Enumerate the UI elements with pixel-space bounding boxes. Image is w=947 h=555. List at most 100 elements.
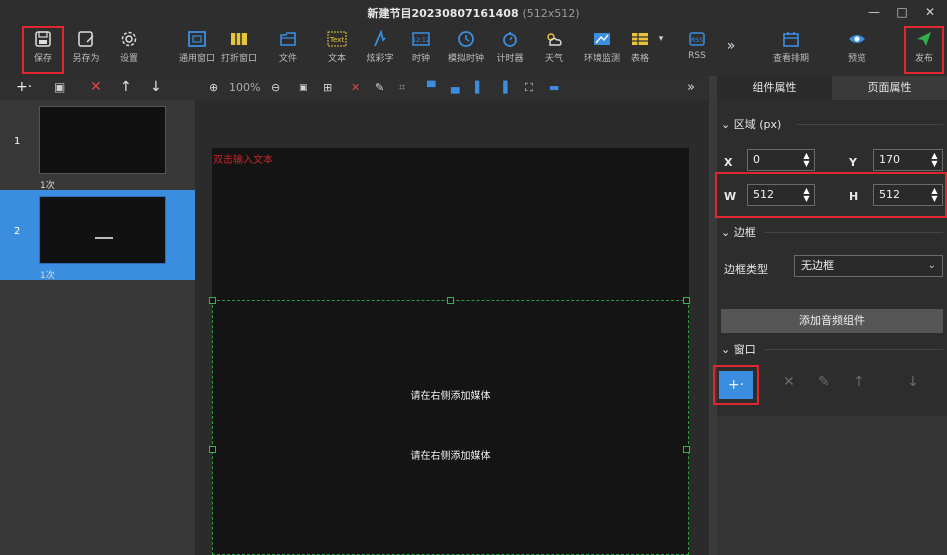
resize-handle-n[interactable] <box>447 297 454 304</box>
border-type-label: 边框类型 <box>724 263 768 276</box>
actual-size-icon[interactable]: ▣ <box>299 81 308 95</box>
colorful-text-button[interactable]: 炫彩字 <box>363 28 397 72</box>
weather-button[interactable]: 天气 <box>540 28 568 72</box>
chevron-down-icon: ⌄ <box>721 343 731 356</box>
delete-slide-icon[interactable]: ✕ <box>90 80 102 94</box>
window-icon <box>188 31 206 47</box>
analog-clock-button[interactable]: 模拟时钟 <box>444 28 488 72</box>
analog-clock-icon <box>458 31 474 47</box>
save-icon <box>35 31 51 47</box>
zoom-in-icon[interactable]: ⊕ <box>209 81 218 95</box>
height-input[interactable]: 512 ▲ ▼ <box>873 184 943 206</box>
publish-button[interactable]: 发布 <box>904 26 944 74</box>
resize-handle-nw[interactable] <box>209 297 216 304</box>
border-section-header[interactable]: ⌄ 边框 <box>721 224 756 240</box>
panel-divider[interactable] <box>709 76 717 555</box>
spinner-arrows-icon[interactable]: ▲ ▼ <box>930 152 939 168</box>
eye-icon <box>849 35 865 43</box>
slide-item[interactable]: 1 1次 <box>0 100 195 191</box>
move-up-window-icon[interactable]: ↑ <box>853 375 865 389</box>
section-divider <box>797 124 943 125</box>
align-top-icon[interactable]: ▐ <box>499 81 507 95</box>
move-up-icon[interactable]: ↑ <box>120 80 132 94</box>
view-schedule-button[interactable]: 查看排期 <box>766 28 816 72</box>
delete-window-icon[interactable]: ✕ <box>783 375 795 389</box>
minimize-button[interactable]: — <box>865 4 883 20</box>
slide-thumbnail <box>39 106 166 174</box>
svg-text:12:12: 12:12 <box>412 37 429 44</box>
border-type-select[interactable]: 无边框 ⌄ <box>794 255 943 277</box>
height-value: 512 <box>879 188 900 201</box>
align-left-icon[interactable]: ▀ <box>427 81 435 95</box>
window-list <box>717 416 947 555</box>
add-window-button[interactable]: +· <box>719 371 753 399</box>
delete-element-icon[interactable]: ✕ <box>351 81 360 95</box>
width-input[interactable]: 512 ▲ ▼ <box>747 184 815 206</box>
x-input[interactable]: 0 ▲ ▼ <box>747 149 815 171</box>
environment-button[interactable]: 环境监测 <box>580 28 624 72</box>
crop-icon[interactable]: ⌗ <box>399 81 405 95</box>
table-dropdown-icon[interactable]: ▾ <box>655 34 667 78</box>
slide-number: 2 <box>14 226 21 237</box>
split-window-button[interactable]: 打折窗口 <box>219 28 259 72</box>
slide-thumbnail <box>39 196 166 264</box>
y-input[interactable]: 170 ▲ ▼ <box>873 149 943 171</box>
window-section-header[interactable]: ⌄ 窗口 <box>721 341 756 357</box>
maximize-button[interactable]: □ <box>893 4 911 20</box>
preview-button[interactable]: 预览 <box>843 28 871 72</box>
rss-icon: RSS <box>689 32 705 46</box>
svg-text:Text: Text <box>329 36 344 44</box>
common-window-button[interactable]: 通用窗口 <box>175 28 219 72</box>
spinner-arrows-icon[interactable]: ▲ ▼ <box>802 187 811 203</box>
tab-page-properties[interactable]: 页面属性 <box>832 76 947 100</box>
spinner-arrows-icon[interactable]: ▲ ▼ <box>930 187 939 203</box>
clock-button[interactable]: 12:12 时钟 <box>407 28 435 72</box>
resize-handle-ne[interactable] <box>683 297 690 304</box>
text-placeholder[interactable]: 双击输入文本 <box>213 151 273 166</box>
region-section-title: 区域 (px) <box>733 118 782 131</box>
rss-button[interactable]: RSS RSS <box>683 28 711 72</box>
width-value: 512 <box>753 188 774 201</box>
y-value: 170 <box>879 153 900 166</box>
add-audio-component-button[interactable]: 添加音频组件 <box>721 309 943 333</box>
save-button[interactable]: 保存 <box>22 26 64 74</box>
distribute-icon[interactable]: ▬ <box>549 81 559 95</box>
clear-icon[interactable]: ✎ <box>375 81 384 95</box>
zoom-out-icon[interactable]: ⊖ <box>271 81 280 95</box>
file-button[interactable]: 文件 <box>274 28 302 72</box>
region-section-header[interactable]: ⌄ 区域 (px) <box>721 116 781 132</box>
fit-screen-icon[interactable]: ⊞ <box>323 81 332 95</box>
section-divider <box>765 349 943 350</box>
h-label: H <box>849 190 859 203</box>
timer-button[interactable]: 计时器 <box>494 28 526 72</box>
align-center-icon[interactable]: ▄ <box>451 81 459 95</box>
move-down-icon[interactable]: ↓ <box>150 80 162 94</box>
table-icon <box>632 33 648 45</box>
table-button[interactable]: 表格 <box>627 28 653 72</box>
save-as-button[interactable]: 另存为 <box>66 28 106 72</box>
media-hint: 请在右侧添加媒体 <box>410 391 491 402</box>
add-slide-button[interactable]: +· <box>16 80 32 94</box>
slide-panel: +· ▣ ✕ ↑ ↓ 1 1次 2 1次 <box>0 76 195 555</box>
calendar-icon <box>783 32 799 47</box>
tab-component-properties[interactable]: 组件属性 <box>717 76 832 100</box>
window-selection[interactable]: 请在右侧添加媒体 请在右侧添加媒体 <box>209 297 690 555</box>
fullscreen-icon[interactable]: ⛶ <box>525 81 533 95</box>
canvas-more-icon[interactable]: » <box>687 81 695 95</box>
x-value: 0 <box>753 153 760 166</box>
settings-button[interactable]: 设置 <box>112 28 146 72</box>
spinner-arrows-icon[interactable]: ▲ ▼ <box>802 152 811 168</box>
window-section-title: 窗口 <box>733 343 756 356</box>
slide-item-selected[interactable]: 2 1次 <box>0 190 195 281</box>
text-button[interactable]: Text 文本 <box>322 28 352 72</box>
program-name: 新建节目20230807161408 <box>367 7 519 20</box>
copy-slide-icon[interactable]: ▣ <box>54 80 65 94</box>
align-right-icon[interactable]: ▌ <box>475 81 483 95</box>
send-icon <box>917 32 931 46</box>
move-down-window-icon[interactable]: ↓ <box>907 375 919 389</box>
editor-area: ⊕ 100% ⊖ ▣ ⊞ ✕ ✎ ⌗ ▀ ▄ ▌ ▐ ⛶ ▬ » 请在右侧添加媒… <box>195 76 709 555</box>
clear-window-icon[interactable]: ✎ <box>818 375 830 389</box>
x-label: X <box>724 156 733 169</box>
digital-clock-icon: 12:12 <box>412 32 430 46</box>
close-button[interactable]: ✕ <box>921 4 939 20</box>
